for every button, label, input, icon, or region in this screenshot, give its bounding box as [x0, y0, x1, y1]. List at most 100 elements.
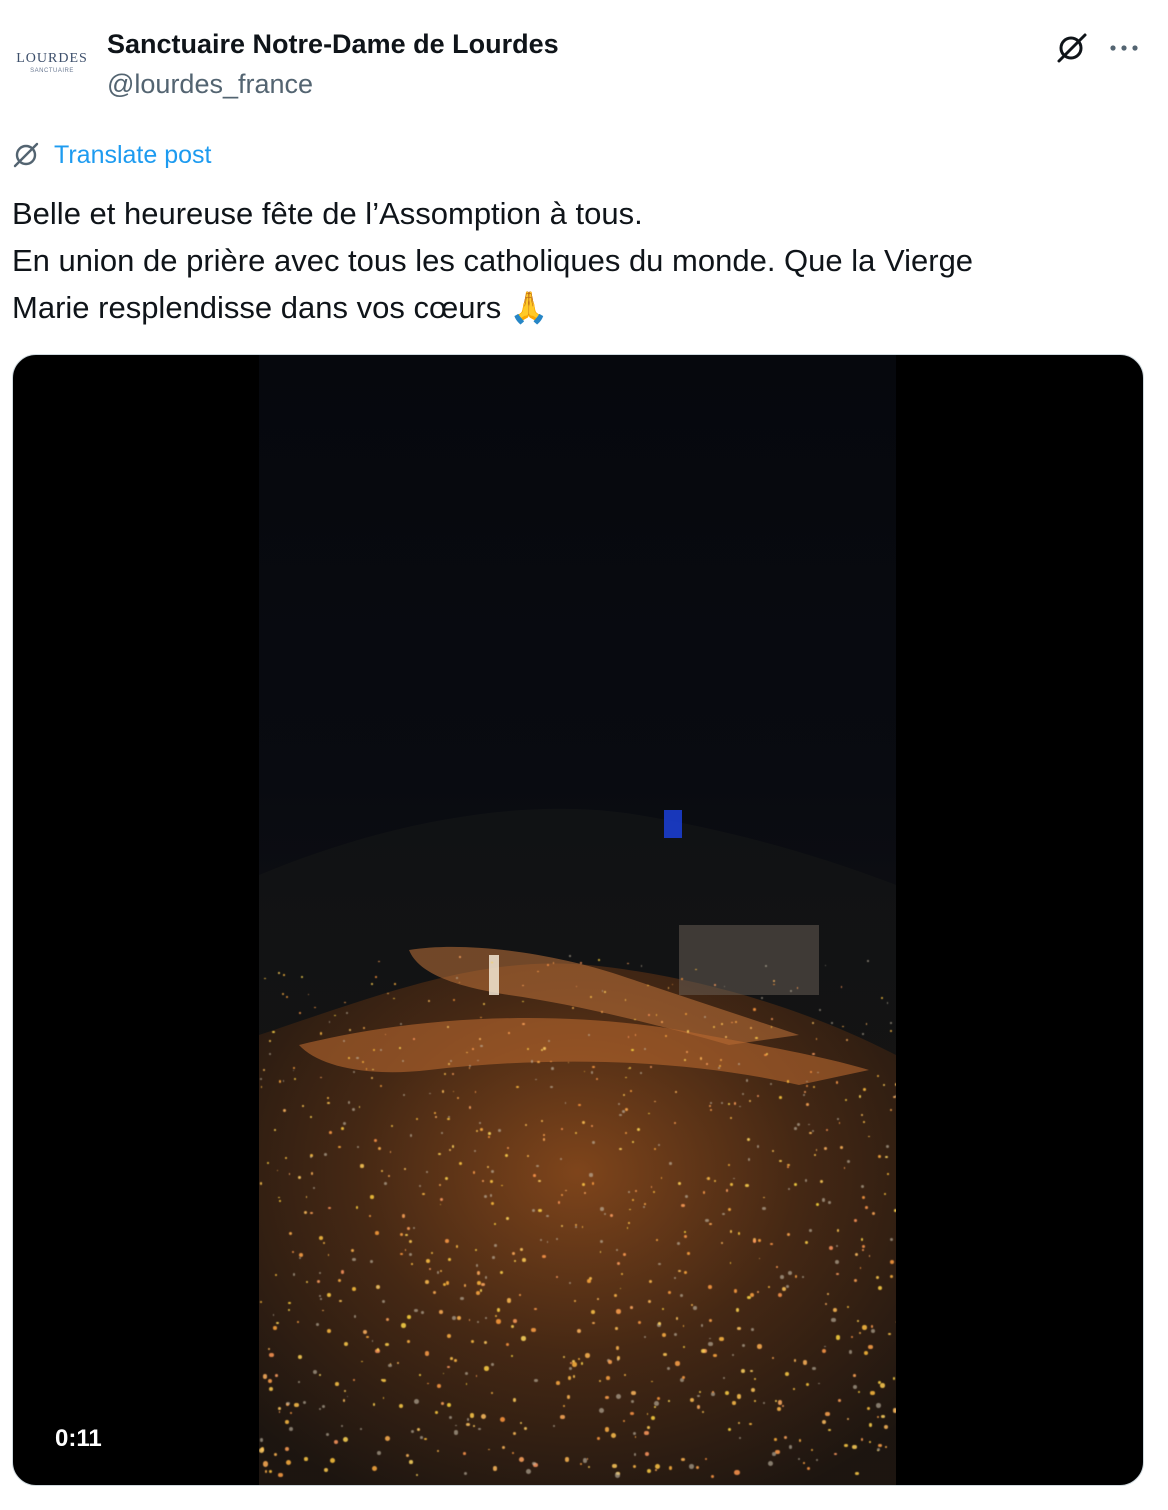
candle-light — [676, 1242, 680, 1246]
author-display-name[interactable]: Sanctuaire Notre-Dame de Lourdes — [107, 29, 559, 60]
candle-light — [809, 1131, 812, 1134]
candle-light — [714, 983, 717, 986]
candle-light — [673, 1277, 676, 1279]
candle-light — [687, 1252, 690, 1255]
candle-light — [793, 1359, 796, 1362]
candle-light — [819, 1179, 823, 1183]
candle-light — [883, 1425, 888, 1430]
candle-light — [318, 1407, 321, 1410]
candle-light — [530, 1060, 533, 1063]
translate-post-link[interactable]: Translate post — [12, 138, 211, 172]
candle-light — [455, 1245, 458, 1248]
candle-light — [472, 1048, 474, 1050]
candle-light — [499, 1417, 505, 1423]
candle-light — [779, 1275, 784, 1280]
candle-light — [340, 1270, 345, 1274]
candle-light — [436, 1383, 441, 1388]
avatar[interactable]: LOURDES SANCTUAIRE — [8, 28, 96, 96]
candle-light — [605, 1376, 610, 1381]
candle-light — [436, 1271, 440, 1274]
candle-light — [516, 1085, 519, 1089]
candle-light — [411, 1263, 413, 1265]
candle-light — [707, 1285, 712, 1289]
translate-post-label: Translate post — [54, 140, 212, 169]
candle-light — [779, 1096, 782, 1099]
candle-light — [877, 1380, 881, 1384]
candle-light — [321, 1404, 325, 1408]
candle-light — [667, 1400, 670, 1403]
candle-light — [569, 955, 571, 958]
candle-light — [729, 1230, 732, 1233]
candle-light — [747, 1295, 751, 1300]
video-player[interactable]: 0:11 — [12, 354, 1144, 1486]
grok-icon[interactable] — [1054, 30, 1090, 66]
candle-light — [616, 1249, 618, 1251]
candle-light — [488, 1131, 491, 1135]
candle-light — [806, 1102, 810, 1106]
candle-light — [592, 1141, 595, 1144]
candle-light — [616, 1309, 621, 1314]
candle-light — [531, 1461, 536, 1466]
candle-light — [526, 1155, 529, 1157]
candle-light — [375, 1231, 379, 1235]
candle-light — [893, 1209, 896, 1212]
candle-light — [522, 1022, 525, 1025]
candle-light — [475, 1130, 478, 1133]
candle-light — [878, 1155, 882, 1158]
candle-light — [480, 1413, 486, 1419]
candle-light — [890, 1022, 892, 1024]
candle-light — [302, 1104, 305, 1107]
candle-light — [889, 1275, 893, 1279]
candle-light — [815, 1458, 819, 1461]
candle-light — [750, 1027, 752, 1029]
candle-light — [862, 1033, 865, 1035]
candle-light — [412, 1226, 415, 1229]
candle-light — [302, 1401, 306, 1405]
candle-light — [875, 1275, 879, 1279]
candle-light — [844, 1098, 848, 1101]
candle-light — [608, 1360, 612, 1364]
candle-light — [868, 1135, 870, 1138]
candle-light — [803, 1462, 805, 1464]
candle-light — [591, 1309, 596, 1314]
candle-light — [301, 975, 304, 978]
candle-light — [885, 1155, 888, 1159]
candle-light — [476, 1270, 481, 1275]
candle-light — [865, 1205, 869, 1209]
candle-light — [567, 1376, 571, 1380]
candle-light — [405, 1233, 408, 1236]
candle-light — [435, 1411, 438, 1414]
candle-light — [699, 1057, 702, 1060]
candle-light — [469, 1413, 475, 1419]
more-icon[interactable] — [1106, 30, 1142, 66]
candle-light — [604, 990, 606, 993]
candle-light — [812, 1052, 815, 1056]
candle-light — [540, 1120, 543, 1123]
candle-light — [649, 1279, 653, 1283]
candle-light — [441, 1402, 444, 1405]
candle-light — [788, 1271, 792, 1275]
candle-light — [260, 1086, 263, 1088]
candle-light — [777, 1292, 782, 1297]
candle-light — [762, 1401, 765, 1404]
candle-light — [563, 1355, 566, 1358]
candle-light — [682, 1325, 685, 1327]
candle-light — [419, 1374, 421, 1376]
candle-light — [352, 1257, 356, 1261]
candle-light — [292, 1067, 295, 1070]
candle-light — [479, 1289, 483, 1292]
candle-light — [860, 1113, 863, 1117]
candle-light — [441, 1131, 444, 1134]
candle-light — [786, 1284, 789, 1288]
candle-light — [422, 1192, 425, 1195]
candle-light — [693, 1306, 697, 1310]
author-handle[interactable]: @lourdes_france — [107, 69, 313, 100]
candle-light — [360, 1164, 364, 1168]
candle-light — [894, 1094, 896, 1097]
candle-light — [292, 1272, 296, 1276]
candle-light — [771, 1149, 774, 1152]
candle-light — [353, 1314, 357, 1318]
candle-light — [704, 1457, 708, 1461]
candle-light — [777, 1400, 783, 1405]
candle-light — [636, 1127, 640, 1131]
